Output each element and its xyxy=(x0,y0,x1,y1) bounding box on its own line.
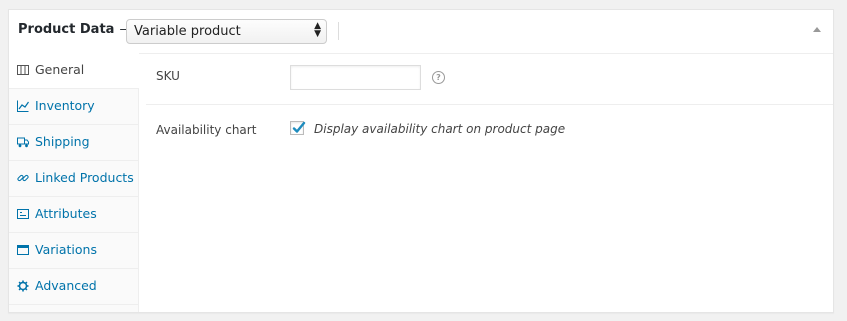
panel-title-text: Product Data xyxy=(18,22,115,37)
product-type-select[interactable]: Variable product ▲ ▼ xyxy=(126,19,327,44)
tab-label: Advanced xyxy=(35,278,97,293)
window-icon xyxy=(17,245,29,255)
tab-label: Shipping xyxy=(35,134,90,149)
product-data-panel: Product Data— Variable product ▲▼ Genera… xyxy=(8,9,834,313)
tab-label: Attributes xyxy=(35,206,97,221)
header-divider xyxy=(338,22,339,40)
availability-checkbox[interactable] xyxy=(290,121,306,135)
sku-input[interactable] xyxy=(290,65,421,90)
tab-variations[interactable]: Variations xyxy=(9,233,138,269)
select-arrows-icon: ▲ ▼ xyxy=(314,21,321,39)
truck-icon xyxy=(17,137,29,148)
tab-inventory[interactable]: Inventory xyxy=(9,89,138,125)
panel-header: Product Data— Variable product ▲▼ xyxy=(9,10,833,54)
table-icon xyxy=(17,65,29,75)
availability-label: Availability chart xyxy=(156,123,257,137)
availability-description: Display availability chart on product pa… xyxy=(314,122,566,136)
list-icon xyxy=(17,209,29,219)
product-type-value: Variable product xyxy=(134,24,241,39)
general-tab-panel: SKU ? Availability chart Display availab… xyxy=(139,53,833,312)
collapse-toggle-icon[interactable] xyxy=(813,27,821,32)
tab-label: Inventory xyxy=(35,98,95,113)
tab-general[interactable]: General xyxy=(9,53,139,89)
gear-icon xyxy=(17,280,29,292)
tab-label: General xyxy=(35,62,85,77)
sku-label: SKU xyxy=(156,69,180,83)
availability-field-row: Availability chart Display availability … xyxy=(146,104,833,154)
help-icon[interactable]: ? xyxy=(432,71,445,84)
tab-attributes[interactable]: Attributes xyxy=(9,197,138,233)
chart-line-icon xyxy=(17,100,29,112)
sku-field-row: SKU ? xyxy=(146,53,833,105)
tab-label: Variations xyxy=(35,242,97,257)
product-data-tabs: General Inventory Shipping Linked Produc… xyxy=(9,53,139,312)
tab-label: Linked Products xyxy=(35,170,134,185)
panel-title: Product Data— xyxy=(18,22,132,37)
tab-shipping[interactable]: Shipping xyxy=(9,125,138,161)
link-icon xyxy=(17,174,29,182)
checkmark-icon xyxy=(292,121,306,133)
tab-advanced[interactable]: Advanced xyxy=(9,269,138,305)
tab-linked-products[interactable]: Linked Products xyxy=(9,161,138,197)
